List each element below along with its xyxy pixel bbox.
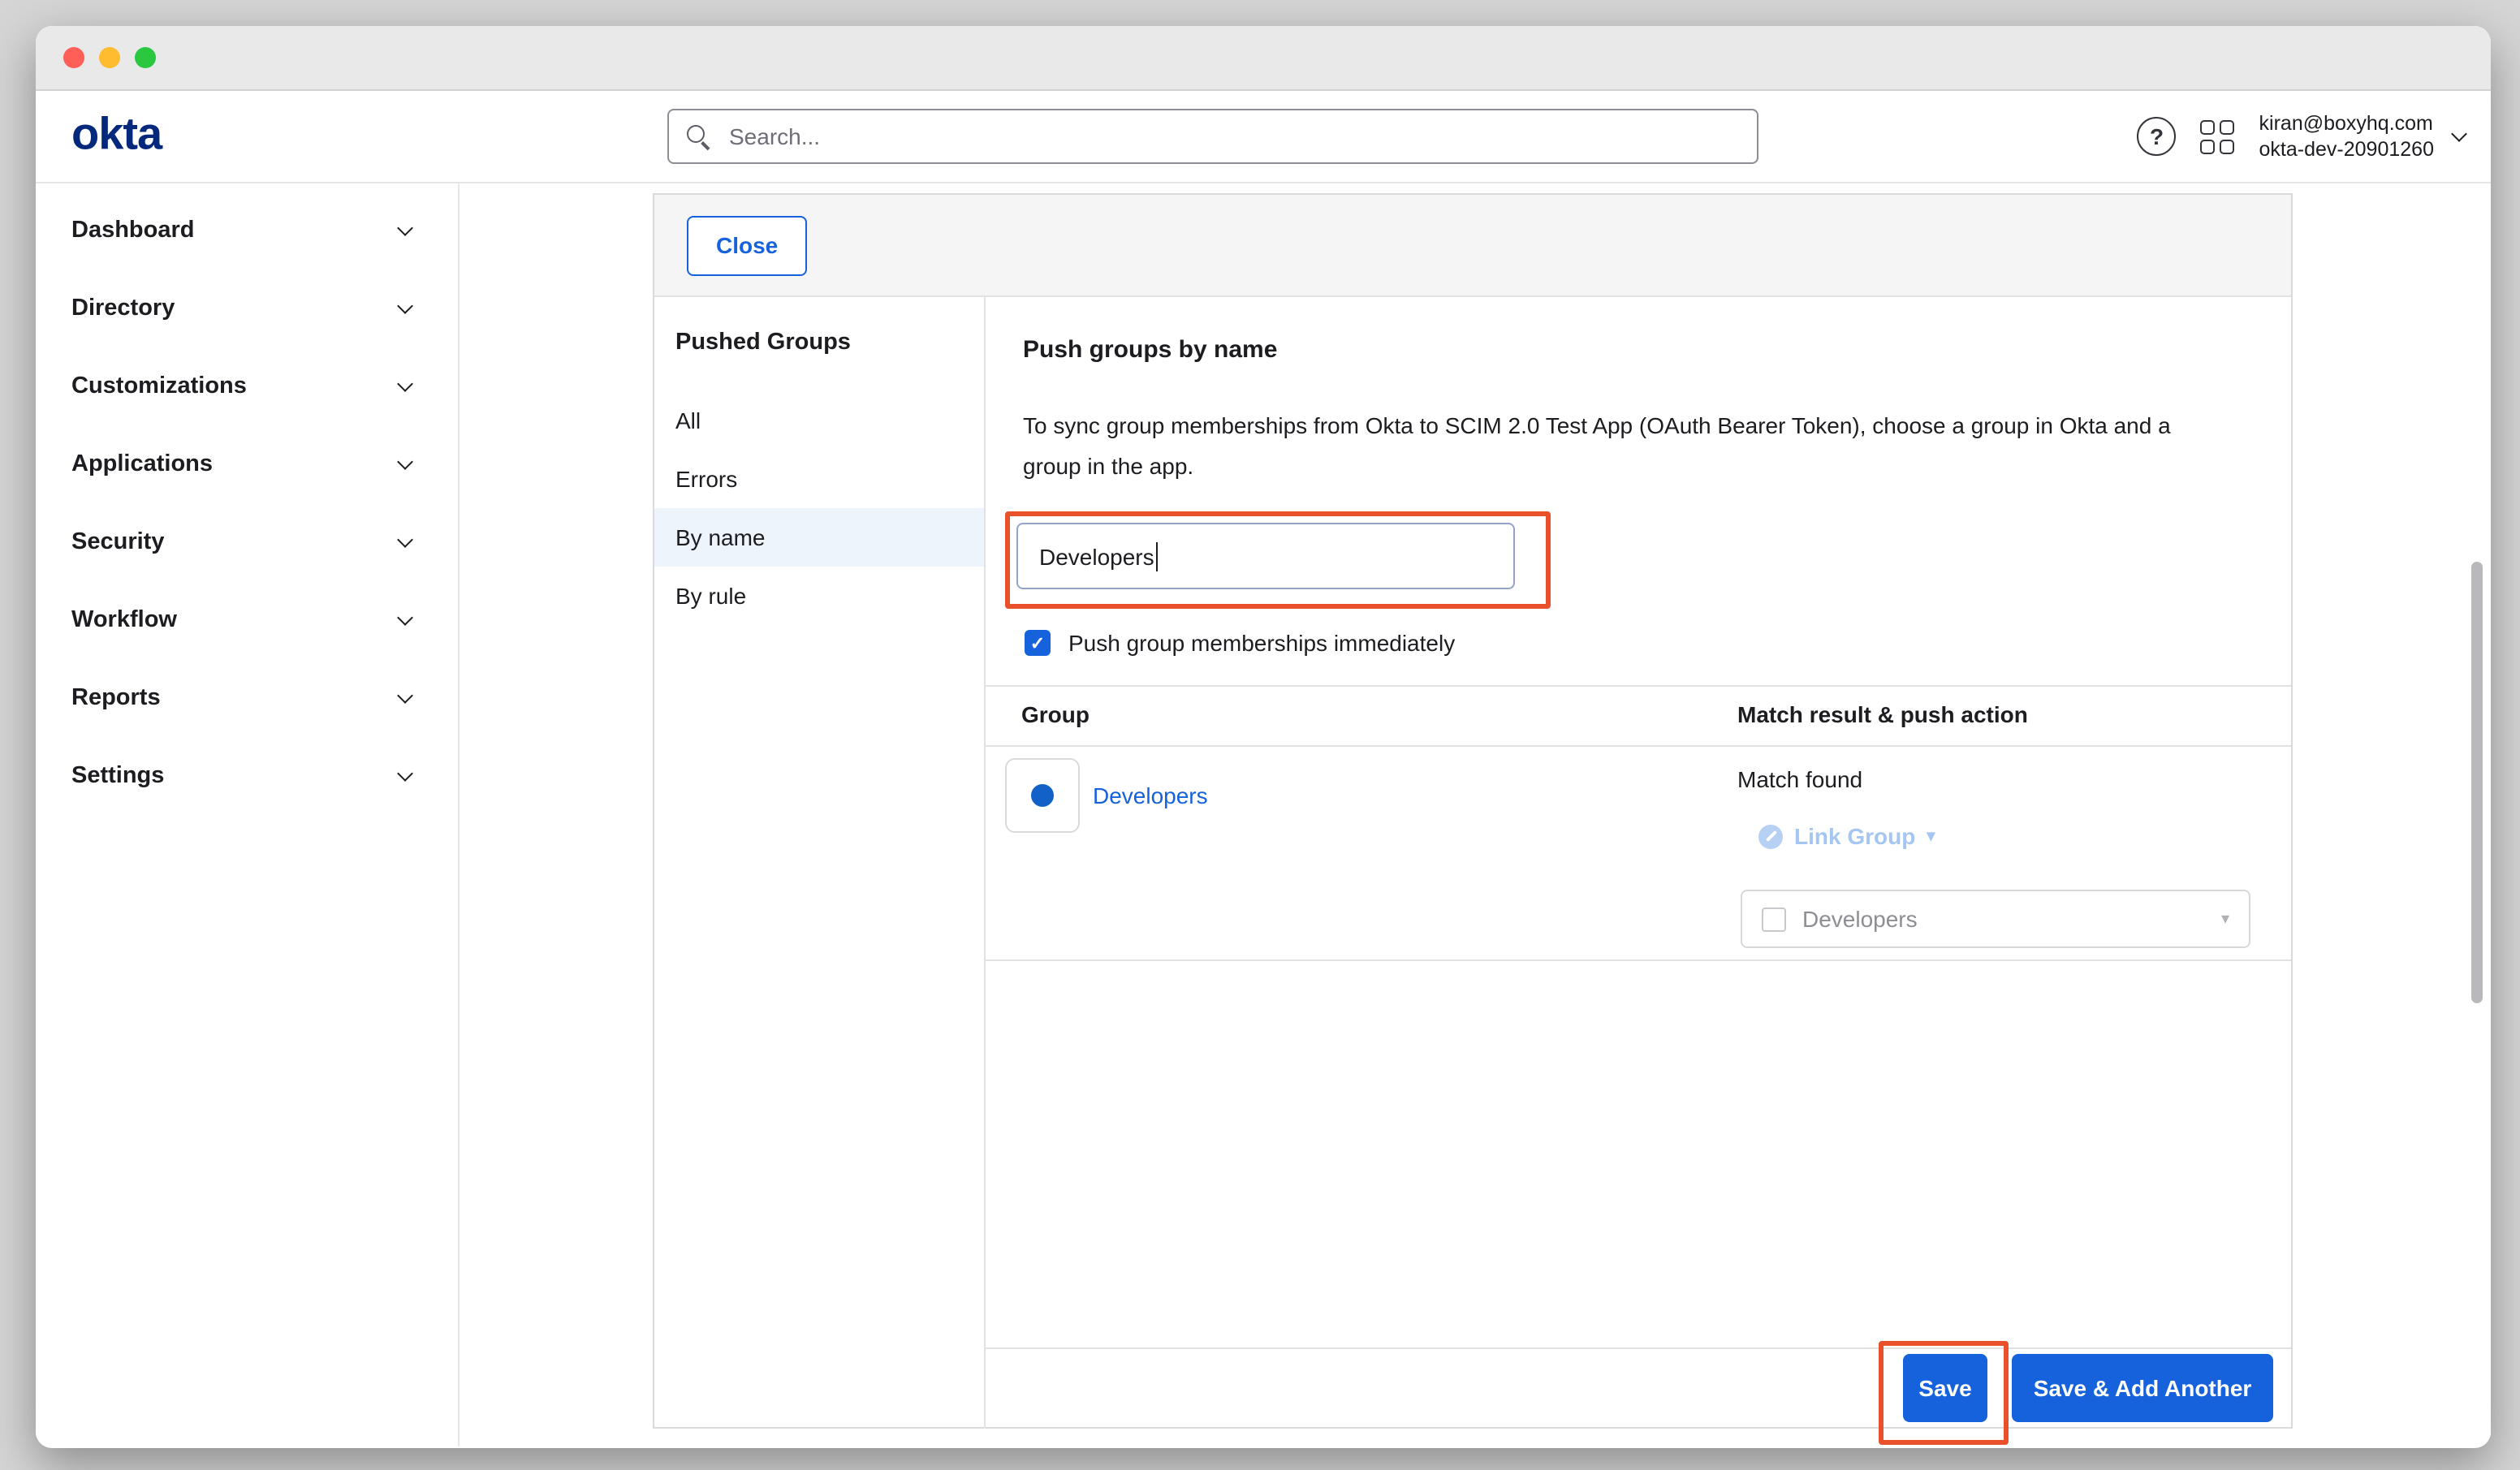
body-row: Dashboard Directory Customizations Appli… [36, 183, 2491, 1446]
subnav-item-by-name[interactable]: By name [654, 508, 984, 567]
save-add-another-button[interactable]: Save & Add Another [2012, 1354, 2273, 1422]
sidebar-item-label: Applications [71, 451, 213, 477]
sidebar-item-label: Reports [71, 685, 161, 711]
chevron-down-icon [397, 532, 413, 548]
divider [986, 959, 2291, 961]
close-button[interactable]: Close [687, 215, 807, 275]
vertical-scrollbar[interactable] [2471, 562, 2483, 1003]
group-donut-icon [1031, 784, 1054, 807]
header-actions: ? kiran@boxyhq.com okta-dev-20901260 [2138, 91, 2465, 182]
mapped-group-value: Developers [1802, 906, 1918, 932]
chevron-down-icon [397, 688, 413, 704]
subnav-item-by-rule[interactable]: By rule [654, 567, 984, 625]
sidebar-item-label: Security [71, 529, 164, 555]
sidebar-item-label: Settings [71, 763, 164, 789]
subnav-item-errors[interactable]: Errors [654, 450, 984, 508]
chevron-down-icon [2451, 126, 2467, 142]
search-input[interactable] [726, 122, 1739, 151]
chevron-down-icon [397, 376, 413, 392]
pushed-groups-subnav: Pushed Groups All Errors By name By rule [654, 297, 986, 1429]
caret-down-icon: ▾ [1927, 827, 1935, 845]
search-bar[interactable] [667, 109, 1758, 164]
card-toolbar: Close [654, 195, 2291, 297]
subnav-item-all[interactable]: All [654, 391, 984, 450]
app-header: okta ? kiran@boxyhq.com okta-dev-2090126… [36, 91, 2491, 183]
window-minimize-button[interactable] [99, 47, 120, 68]
chevron-down-icon [397, 454, 413, 470]
column-header-group: Group [1021, 701, 1090, 727]
sidebar-item-label: Dashboard [71, 218, 195, 244]
window-titlebar [36, 26, 2491, 91]
link-group-label: Link Group [1794, 823, 1915, 849]
mapped-group-select[interactable]: Developers ▾ [1741, 890, 2250, 948]
sidebar-item-applications[interactable]: Applications [36, 425, 458, 503]
text-caret [1156, 541, 1159, 571]
column-header-match: Match result & push action [1737, 701, 2028, 727]
group-name-input-value: Developers [1039, 543, 1154, 569]
sidebar-item-label: Workflow [71, 607, 177, 633]
group-name-input[interactable]: Developers [1016, 523, 1515, 589]
sidebar-item-label: Customizations [71, 373, 247, 399]
group-placeholder-icon [1762, 907, 1786, 931]
okta-logo: okta [71, 108, 162, 160]
account-email: kiran@boxyhq.com [2259, 110, 2434, 136]
divider [986, 1347, 2291, 1349]
account-info: kiran@boxyhq.com okta-dev-20901260 [2259, 110, 2434, 162]
main-area: Close Pushed Groups All Errors By name B… [460, 183, 2491, 1446]
subnav-title: Pushed Groups [654, 317, 984, 391]
caret-down-icon: ▾ [2221, 910, 2229, 928]
account-org: okta-dev-20901260 [2259, 136, 2434, 162]
sidebar-item-settings[interactable]: Settings [36, 737, 458, 815]
account-menu[interactable]: kiran@boxyhq.com okta-dev-20901260 [2259, 110, 2465, 162]
group-name-link[interactable]: Developers [1093, 782, 1208, 808]
help-icon[interactable]: ? [2138, 117, 2177, 156]
okta-admin-window: okta ? kiran@boxyhq.com okta-dev-2090126… [36, 26, 2491, 1448]
push-by-name-panel: Push groups by name To sync group member… [986, 297, 2291, 1429]
apps-grid-icon[interactable] [2201, 119, 2235, 153]
sidebar-item-workflow[interactable]: Workflow [36, 581, 458, 659]
checkbox-checked-icon[interactable]: ✓ [1025, 630, 1051, 656]
chevron-down-icon [397, 610, 413, 626]
card-body: Pushed Groups All Errors By name By rule… [654, 297, 2291, 1429]
checkbox-label: Push group memberships immediately [1068, 630, 1455, 656]
sidebar-item-directory[interactable]: Directory [36, 269, 458, 347]
sidebar-item-customizations[interactable]: Customizations [36, 347, 458, 425]
divider [986, 745, 2291, 747]
panel-title: Push groups by name [1023, 336, 1277, 364]
search-icon [687, 124, 711, 149]
panel-description: To sync group memberships from Okta to S… [1023, 406, 2228, 487]
push-groups-card: Close Pushed Groups All Errors By name B… [653, 193, 2293, 1429]
push-immediately-row[interactable]: ✓ Push group memberships immediately [1025, 630, 1455, 656]
sidebar-item-dashboard[interactable]: Dashboard [36, 192, 458, 269]
chevron-down-icon [397, 220, 413, 236]
match-status: Match found [1737, 766, 1862, 792]
save-button[interactable]: Save [1903, 1354, 1987, 1422]
chevron-down-icon [397, 298, 413, 314]
link-group-action[interactable]: Link Group ▾ [1758, 823, 1935, 849]
link-icon [1758, 824, 1783, 848]
window-close-button[interactable] [63, 47, 84, 68]
page-root: okta ? kiran@boxyhq.com okta-dev-2090126… [0, 0, 2520, 1470]
chevron-down-icon [397, 765, 413, 782]
divider [986, 685, 2291, 687]
window-zoom-button[interactable] [135, 47, 156, 68]
sidebar-item-reports[interactable]: Reports [36, 659, 458, 737]
sidebar-item-security[interactable]: Security [36, 503, 458, 581]
sidebar-item-label: Directory [71, 295, 175, 321]
sidebar: Dashboard Directory Customizations Appli… [36, 183, 460, 1446]
group-icon [1005, 758, 1080, 833]
